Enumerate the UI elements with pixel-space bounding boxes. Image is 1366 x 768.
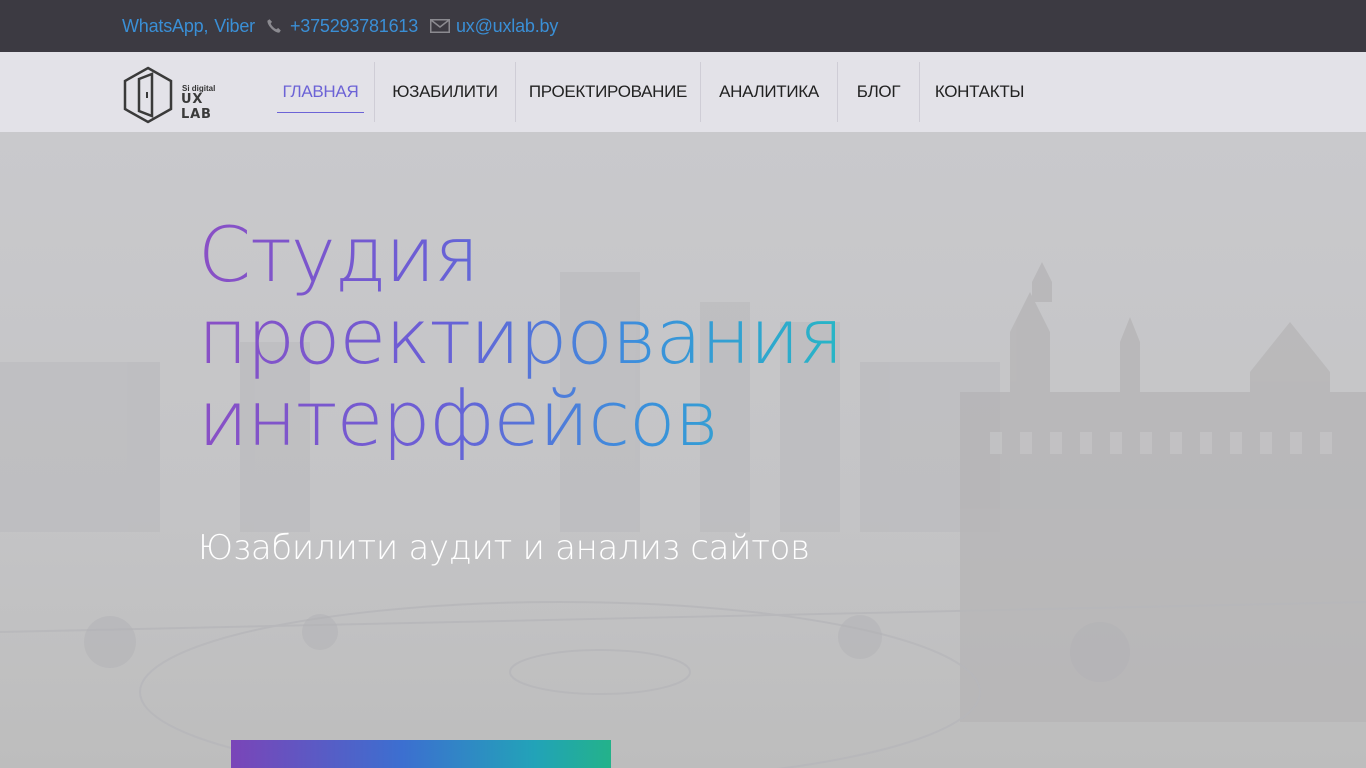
cta-button[interactable] — [231, 740, 611, 768]
nav-item-design[interactable]: ПРОЕКТИРОВАНИЕ — [526, 62, 690, 122]
phone-icon — [267, 19, 281, 33]
hero-subtitle: Юзабилити аудит и анализ сайтов — [198, 528, 810, 568]
whatsapp-link[interactable]: WhatsApp — [122, 16, 204, 37]
viber-link[interactable]: Viber — [214, 16, 255, 37]
nav-item-home[interactable]: ГЛАВНАЯ — [277, 62, 364, 122]
hero-title: Студия проектирования интерфейсов — [198, 214, 998, 460]
logo-hexagon-icon — [123, 66, 173, 124]
hero-title-line: интерфейсов — [198, 374, 719, 463]
nav-item-usability[interactable]: ЮЗАБИЛИТИ — [385, 62, 505, 122]
nav-item-blog[interactable]: БЛОГ — [848, 62, 909, 122]
hero-title-line: проектирования — [198, 292, 843, 381]
messenger-links: WhatsApp , Viber — [122, 0, 255, 52]
hero-title-line: Студия — [198, 210, 479, 299]
nav-divider — [919, 62, 920, 122]
nav-divider — [374, 62, 375, 122]
logo-text: UX LAB — [181, 92, 212, 122]
nav-divider — [837, 62, 838, 122]
phone-link[interactable]: +375293781613 — [290, 0, 418, 52]
nav-divider — [700, 62, 701, 122]
nav-item-contacts[interactable]: КОНТАКТЫ — [930, 62, 1029, 122]
nav-divider — [515, 62, 516, 122]
main-header: Si digital UX LAB ГЛАВНАЯ ЮЗАБИЛИТИ ПРОЕ… — [0, 52, 1366, 132]
hero-section: Студия проектирования интерфейсов Юзабил… — [0, 132, 1366, 768]
email-link[interactable]: ux@uxlab.by — [456, 0, 558, 52]
mail-icon — [430, 19, 450, 33]
messenger-separator: , — [203, 15, 209, 36]
contact-bar: WhatsApp , Viber +375293781613 ux@uxlab.… — [0, 0, 1366, 52]
logo[interactable]: Si digital UX LAB — [122, 66, 236, 124]
nav-item-analytics[interactable]: АНАЛИТИКА — [711, 62, 827, 122]
